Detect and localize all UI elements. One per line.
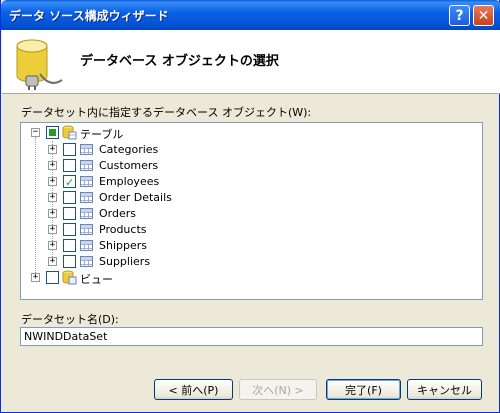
tree-item[interactable]: + Order Details — [21, 189, 321, 205]
table-icon — [80, 224, 93, 235]
expand-icon[interactable]: + — [48, 177, 57, 186]
table-icon — [80, 240, 93, 251]
objects-label: データセット内に指定するデータベース オブジェクト(W): — [21, 106, 312, 119]
database-icon — [16, 39, 63, 90]
views-folder-icon — [62, 270, 77, 285]
item-checkbox[interactable] — [63, 207, 76, 220]
finish-button[interactable]: 完了(F) — [326, 379, 401, 400]
table-icon — [80, 144, 93, 155]
tree-node-views[interactable]: + ビュー — [21, 269, 321, 286]
item-label: Order Details — [99, 191, 172, 204]
item-checkbox[interactable]: ✓ — [63, 175, 76, 189]
item-checkbox[interactable] — [63, 143, 76, 156]
item-label: Products — [99, 223, 147, 236]
tables-checkbox[interactable] — [46, 126, 59, 139]
expand-icon[interactable]: + — [48, 161, 57, 170]
item-checkbox[interactable] — [63, 255, 76, 268]
tables-folder-icon — [62, 125, 77, 140]
table-icon — [80, 160, 93, 171]
collapse-icon[interactable]: − — [31, 128, 40, 137]
tree-item[interactable]: + Orders — [21, 205, 321, 221]
item-checkbox[interactable] — [63, 223, 76, 236]
dataset-name-label: データセット名(D): — [21, 313, 119, 326]
item-label: Suppliers — [99, 255, 151, 268]
title-bar[interactable]: データ ソース構成ウィザード ? ✕ — [1, 0, 500, 30]
close-button[interactable]: ✕ — [473, 5, 494, 26]
expand-icon[interactable]: + — [31, 273, 40, 282]
back-button[interactable]: < 前へ(P) — [154, 379, 233, 400]
expand-icon[interactable]: + — [48, 257, 57, 266]
expand-icon[interactable]: + — [48, 145, 57, 154]
views-label: ビュー — [80, 273, 113, 286]
dataset-name-input[interactable] — [20, 327, 483, 346]
page-title: データベース オブジェクトの選択 — [80, 54, 279, 69]
expand-icon[interactable]: + — [48, 225, 57, 234]
tree-item[interactable]: + Categories — [21, 141, 321, 157]
checkmark-icon: ✓ — [65, 176, 75, 189]
expand-icon[interactable]: + — [48, 193, 57, 202]
tree-item[interactable]: + Products — [21, 221, 321, 237]
wizard-window: データ ソース構成ウィザード ? ✕ データベース オブジェクトの選択 データセ… — [0, 0, 500, 413]
tree-item[interactable]: + ✓ Employees — [21, 173, 321, 189]
expand-icon[interactable]: + — [48, 241, 57, 250]
tree-item[interactable]: + Shippers — [21, 237, 321, 253]
tables-label: テーブル — [80, 128, 124, 141]
window-title: データ ソース構成ウィザード — [9, 9, 169, 23]
item-checkbox[interactable] — [63, 159, 76, 172]
item-checkbox[interactable] — [63, 239, 76, 252]
item-label: Employees — [99, 175, 160, 188]
cancel-button[interactable]: キャンセル — [407, 379, 482, 400]
item-label: Orders — [99, 207, 136, 220]
item-label: Shippers — [99, 239, 147, 252]
table-icon — [80, 192, 93, 203]
table-icon — [80, 208, 93, 219]
expand-icon[interactable]: + — [48, 209, 57, 218]
tree-item[interactable]: + Customers — [21, 157, 321, 173]
item-label: Customers — [99, 159, 159, 172]
next-button[interactable]: 次へ(N) > — [239, 379, 317, 400]
tree-item[interactable]: + Suppliers — [21, 253, 321, 269]
wizard-header: データベース オブジェクトの選択 — [2, 30, 500, 94]
table-icon — [80, 256, 93, 267]
object-tree[interactable]: − テーブル + Categories + Customers + ✓ Empl… — [20, 122, 483, 300]
help-button[interactable]: ? — [449, 5, 470, 26]
tree-node-tables[interactable]: − テーブル — [21, 125, 321, 141]
item-label: Categories — [99, 143, 159, 156]
item-checkbox[interactable] — [63, 191, 76, 204]
table-icon — [80, 176, 93, 187]
views-checkbox[interactable] — [46, 271, 59, 284]
